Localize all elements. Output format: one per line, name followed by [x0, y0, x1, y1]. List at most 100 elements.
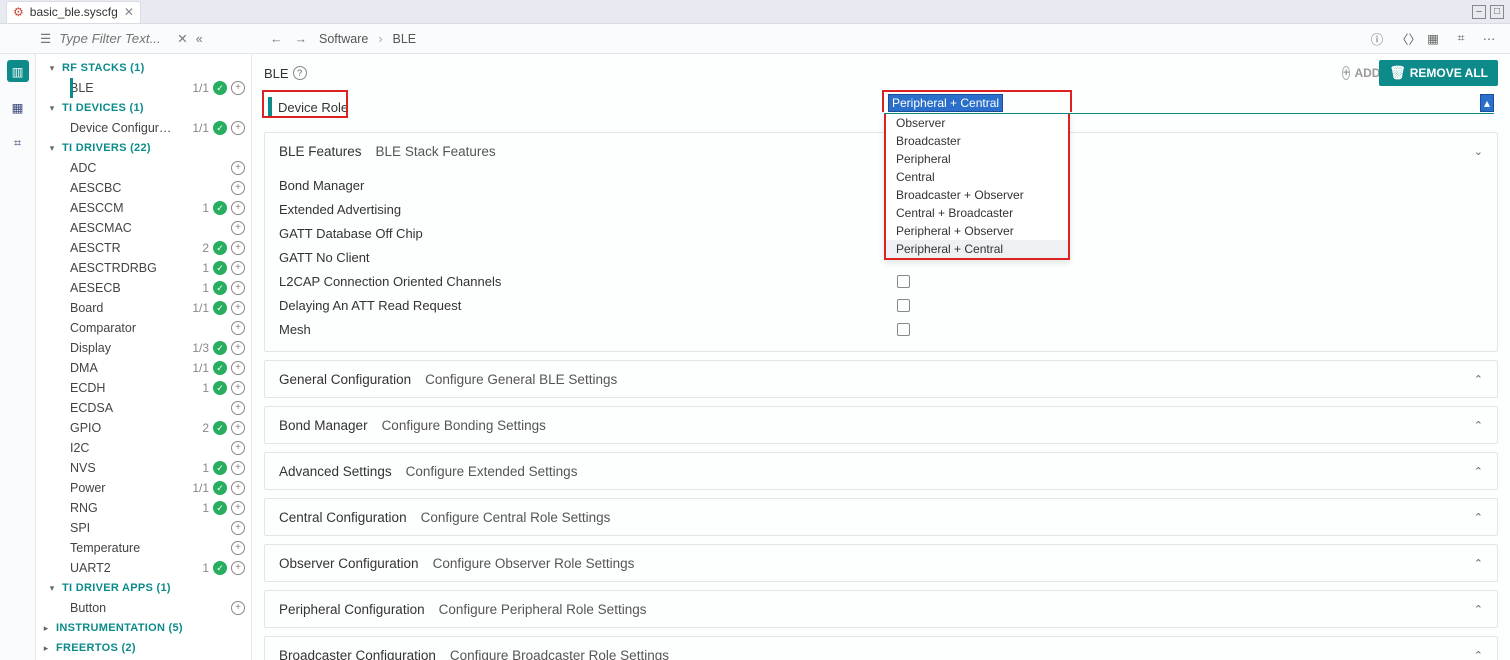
add-icon[interactable]: +: [231, 301, 245, 315]
board-icon[interactable]: ▦: [1424, 31, 1442, 46]
panel-header[interactable]: Peripheral Configuration Configure Perip…: [265, 591, 1497, 627]
nav-back-icon[interactable]: ←: [270, 32, 283, 46]
checkbox[interactable]: [897, 275, 910, 288]
tree-item[interactable]: AESCBC +: [36, 178, 251, 198]
editor-tab[interactable]: ⚙ basic_ble.syscfg ✕: [6, 1, 141, 23]
section-panel: Broadcaster Configuration Configure Broa…: [264, 636, 1498, 660]
tree-category[interactable]: ▸ INSTRUMENTATION (5): [36, 618, 251, 638]
tree[interactable]: ▾ RF STACKS (1) BLE 1/1 ✓ + ▾ TI DEVICES…: [36, 54, 252, 660]
minimize-icon[interactable]: –: [1472, 5, 1486, 19]
tree-item[interactable]: AESCMAC +: [36, 218, 251, 238]
tree-item[interactable]: DMA 1/1 ✓ +: [36, 358, 251, 378]
add-icon[interactable]: +: [231, 481, 245, 495]
info-icon[interactable]: ⓘ: [1368, 29, 1386, 48]
dropdown-option[interactable]: Peripheral: [886, 150, 1068, 168]
add-icon[interactable]: +: [231, 501, 245, 515]
tree-item[interactable]: NVS 1 ✓ +: [36, 458, 251, 478]
dropdown-option[interactable]: Peripheral + Observer: [886, 222, 1068, 240]
tree-item[interactable]: Button +: [36, 598, 251, 618]
tree-item[interactable]: UART2 1 ✓ +: [36, 558, 251, 578]
panel-header[interactable]: Advanced Settings Configure Extended Set…: [265, 453, 1497, 489]
panel-header[interactable]: Broadcaster Configuration Configure Broa…: [265, 637, 1497, 660]
add-icon[interactable]: +: [231, 121, 245, 135]
tree-item[interactable]: Power 1/1 ✓ +: [36, 478, 251, 498]
maximize-icon[interactable]: □: [1490, 5, 1504, 19]
add-icon[interactable]: +: [231, 381, 245, 395]
collapse-left-icon[interactable]: «: [196, 32, 203, 46]
panel-header[interactable]: BLE Features BLE Stack Features ⌄: [265, 133, 1497, 169]
add-icon[interactable]: +: [231, 361, 245, 375]
chip-icon[interactable]: ⌗: [1452, 31, 1470, 46]
add-icon[interactable]: +: [231, 401, 245, 415]
filter-icon[interactable]: ☰: [40, 31, 51, 46]
tree-item[interactable]: Comparator +: [36, 318, 251, 338]
tree-category[interactable]: ▾ RF STACKS (1): [36, 58, 251, 78]
tree-item[interactable]: AESCCM 1 ✓ +: [36, 198, 251, 218]
dropdown-option[interactable]: Broadcaster: [886, 132, 1068, 150]
panel-header[interactable]: General Configuration Configure General …: [265, 361, 1497, 397]
add-icon[interactable]: +: [231, 441, 245, 455]
add-icon[interactable]: +: [231, 261, 245, 275]
add-icon[interactable]: +: [231, 281, 245, 295]
add-icon[interactable]: +: [231, 321, 245, 335]
tree-category[interactable]: ▾ TI DRIVER APPS (1): [36, 578, 251, 598]
checkbox[interactable]: [897, 299, 910, 312]
add-icon[interactable]: +: [231, 601, 245, 615]
add-icon[interactable]: +: [231, 241, 245, 255]
tree-item[interactable]: GPIO 2 ✓ +: [36, 418, 251, 438]
tree-item[interactable]: AESCTRDRBG 1 ✓ +: [36, 258, 251, 278]
panel-header[interactable]: Observer Configuration Configure Observe…: [265, 545, 1497, 581]
filter-input[interactable]: [59, 31, 169, 46]
code-icon[interactable]: 〈〉: [1396, 29, 1414, 48]
tree-item[interactable]: I2C +: [36, 438, 251, 458]
add-icon[interactable]: +: [231, 221, 245, 235]
add-icon[interactable]: +: [231, 81, 245, 95]
dropdown-option[interactable]: Peripheral + Central: [886, 240, 1068, 258]
breadcrumb-item[interactable]: BLE: [393, 32, 417, 46]
add-icon[interactable]: +: [231, 461, 245, 475]
device-role-dropdown[interactable]: Peripheral + Central ▴ ObserverBroadcast…: [884, 92, 1494, 114]
add-icon[interactable]: +: [231, 561, 245, 575]
help-icon[interactable]: ?: [293, 66, 307, 80]
add-icon[interactable]: +: [231, 201, 245, 215]
close-icon[interactable]: ✕: [124, 5, 134, 19]
section-title: Bond Manager: [279, 418, 368, 433]
clear-icon[interactable]: ✕: [177, 31, 187, 46]
tree-item[interactable]: Display 1/3 ✓ +: [36, 338, 251, 358]
tree-item[interactable]: AESECB 1 ✓ +: [36, 278, 251, 298]
tree-category[interactable]: ▸ FREERTOS (2): [36, 638, 251, 658]
tree-category[interactable]: ▾ TI DRIVERS (22): [36, 138, 251, 158]
add-icon[interactable]: +: [231, 161, 245, 175]
panel-header[interactable]: Bond Manager Configure Bonding Settings …: [265, 407, 1497, 443]
breadcrumb-item[interactable]: Software: [319, 32, 368, 46]
add-icon[interactable]: +: [231, 181, 245, 195]
add-icon[interactable]: +: [231, 521, 245, 535]
rail-table-icon[interactable]: ▦: [7, 96, 29, 118]
rail-layout-icon[interactable]: ▥: [7, 60, 29, 82]
tree-item[interactable]: AESCTR 2 ✓ +: [36, 238, 251, 258]
nav-forward-icon[interactable]: →: [295, 32, 308, 46]
tree-item[interactable]: ECDSA +: [36, 398, 251, 418]
tree-category[interactable]: ▾ TI DEVICES (1): [36, 98, 251, 118]
dropdown-selected[interactable]: Peripheral + Central ▴: [884, 92, 1494, 114]
checkbox[interactable]: [897, 323, 910, 336]
tree-item[interactable]: BLE 1/1 ✓ +: [36, 78, 251, 98]
remove-all-button[interactable]: 🗑 REMOVE ALL: [1379, 60, 1498, 86]
panel-header[interactable]: Central Configuration Configure Central …: [265, 499, 1497, 535]
dropdown-option[interactable]: Central + Broadcaster: [886, 204, 1068, 222]
more-icon[interactable]: ⋯: [1480, 31, 1498, 46]
dropdown-option[interactable]: Broadcaster + Observer: [886, 186, 1068, 204]
add-icon[interactable]: +: [231, 541, 245, 555]
tree-item[interactable]: ADC +: [36, 158, 251, 178]
tree-item[interactable]: Board 1/1 ✓ +: [36, 298, 251, 318]
tree-item[interactable]: ECDH 1 ✓ +: [36, 378, 251, 398]
dropdown-option[interactable]: Observer: [886, 114, 1068, 132]
tree-item[interactable]: Temperature +: [36, 538, 251, 558]
tree-item[interactable]: Device Configur… 1/1 ✓ +: [36, 118, 251, 138]
dropdown-option[interactable]: Central: [886, 168, 1068, 186]
add-icon[interactable]: +: [231, 341, 245, 355]
tree-item[interactable]: SPI +: [36, 518, 251, 538]
rail-chip-icon[interactable]: ⌗: [7, 132, 29, 154]
tree-item[interactable]: RNG 1 ✓ +: [36, 498, 251, 518]
add-icon[interactable]: +: [231, 421, 245, 435]
